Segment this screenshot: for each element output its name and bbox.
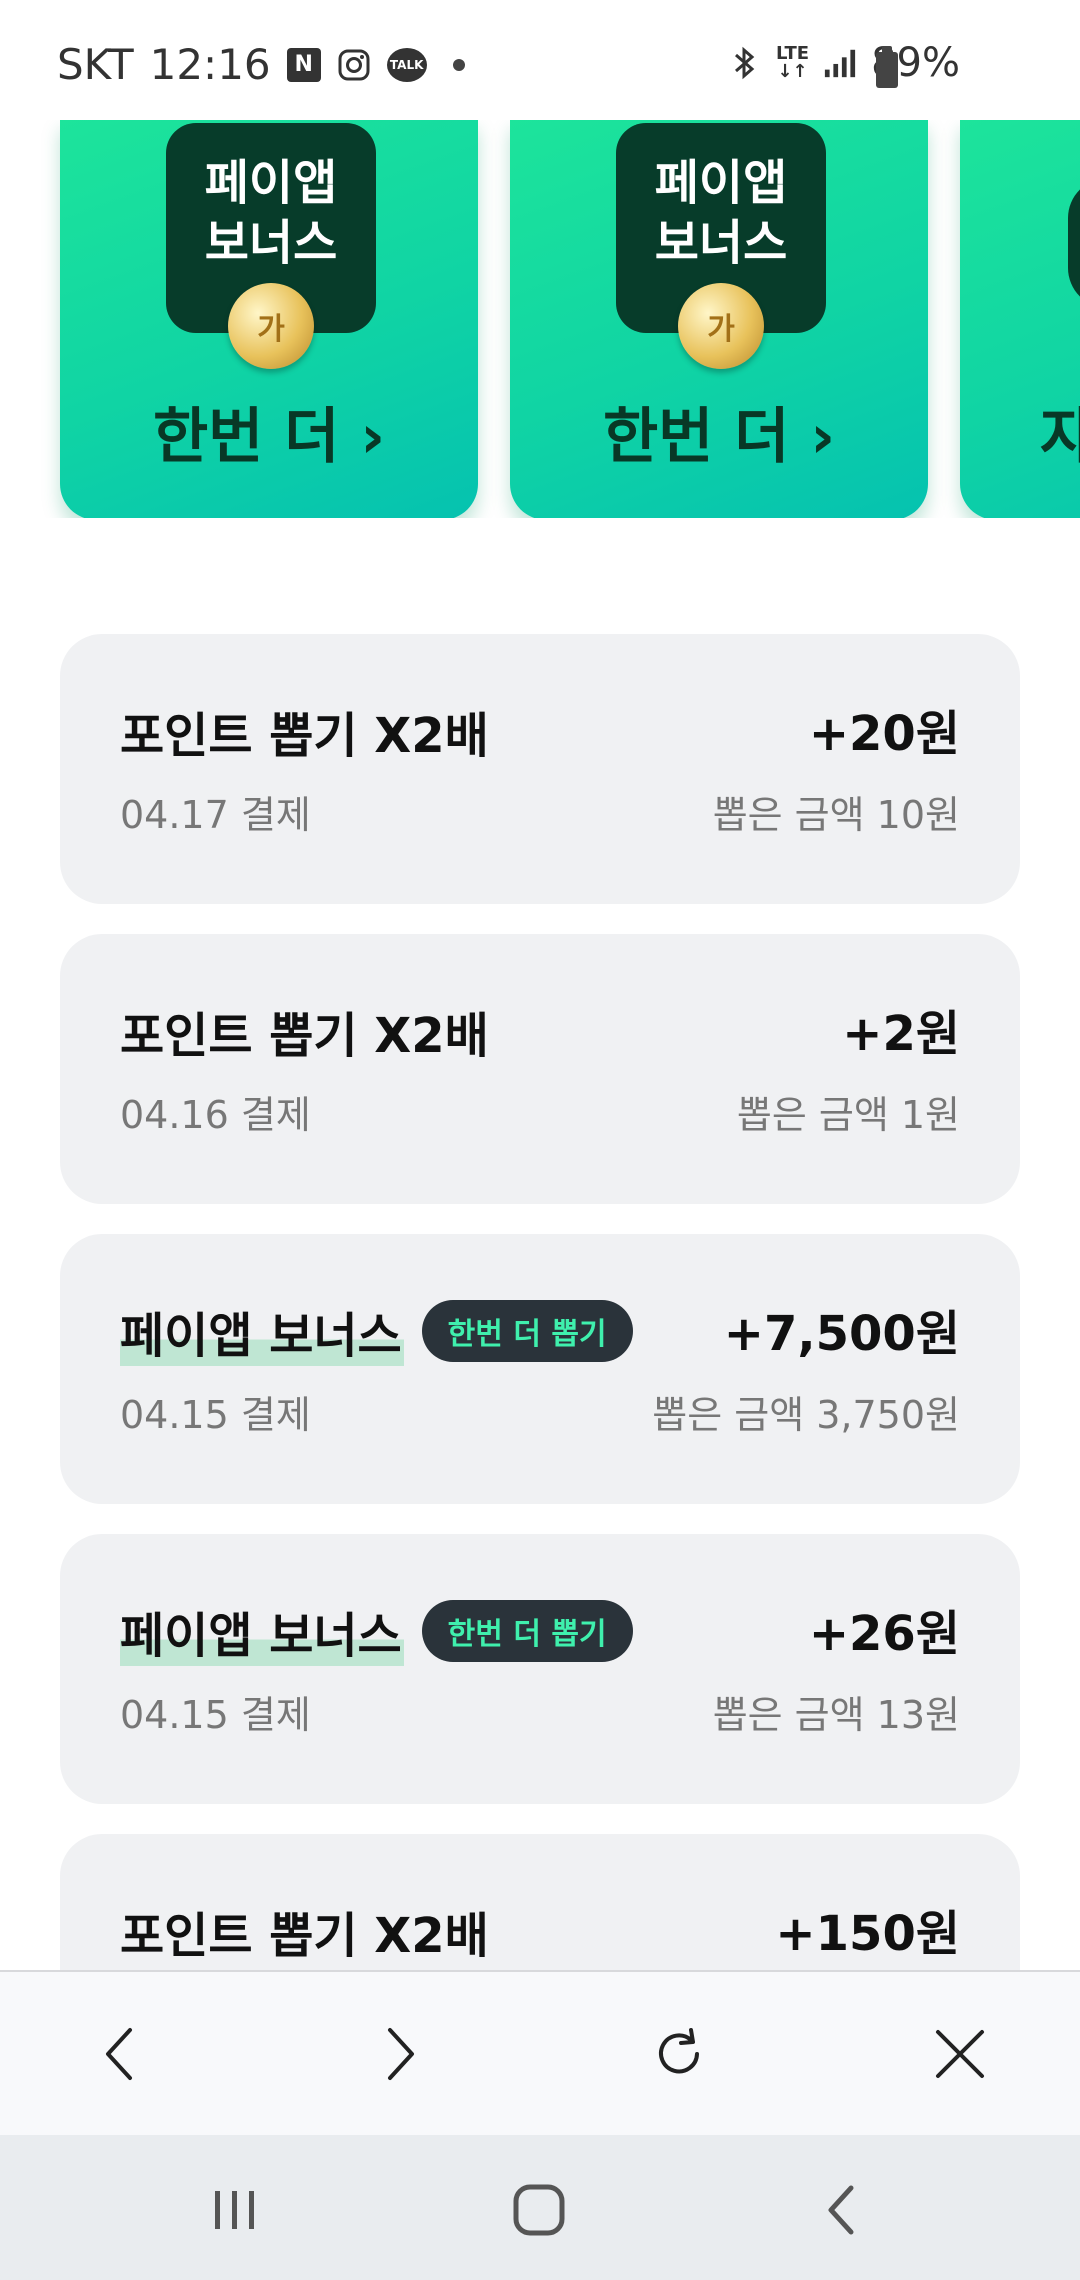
history-date: 04.17 결제 [120, 793, 311, 837]
payapp-bonus-banner-1[interactable]: 페이앱 보너스 가 한번 더 › [60, 118, 478, 518]
banner-cta: 자 [1040, 402, 1080, 472]
history-item[interactable]: 페이앱 보너스 한번 더 뽑기 +7,500원 04.15 결제 뽑은 금액 3… [60, 1234, 1020, 1504]
more-notifications-dot [452, 58, 465, 71]
history-picked-amount: 뽑은 금액 3,750원 [652, 1393, 960, 1437]
history-item[interactable]: 페이앱 보너스 한번 더 뽑기 +26원 04.15 결제 뽑은 금액 13원 [60, 1534, 1020, 1804]
history-title: 포인트 뽑기 X2배 [120, 1008, 489, 1064]
history-picked-amount: 뽑은 금액 1원 [736, 1093, 960, 1137]
close-icon[interactable] [918, 2012, 1002, 2096]
retry-draw-badge: 한번 더 뽑기 [421, 1300, 633, 1362]
status-bar: SKT 12:16 N TALK LTE ↓↑ 89% [0, 0, 1080, 120]
bluetooth-icon [728, 46, 762, 80]
status-right: LTE ↓↑ 89% [728, 40, 960, 86]
history-date: 04.16 결제 [120, 1093, 311, 1137]
history-item[interactable]: 포인트 뽑기 X2배 +20원 04.17 결제 뽑은 금액 10원 [60, 634, 1020, 904]
signal-icon [823, 46, 857, 80]
instagram-icon [337, 48, 371, 82]
history-amount: +20원 [808, 706, 960, 762]
system-nav-bar [0, 2135, 1080, 2280]
back-icon[interactable] [796, 2165, 886, 2255]
browser-toolbar [0, 1970, 1080, 2137]
history-picked-amount: 뽑은 금액 10원 [712, 793, 960, 837]
history-picked-amount: 뽑은 금액 13원 [712, 1693, 960, 1737]
history-amount: +7,500원 [723, 1306, 960, 1362]
recent-apps-icon[interactable] [190, 2165, 280, 2255]
banner-carousel[interactable]: 페이앱 보너스 가 한번 더 › 페이앱 보너스 가 한번 더 › 자 [0, 118, 1080, 518]
history-item[interactable]: 포인트 뽑기 X2배 +2원 04.16 결제 뽑은 금액 1원 [60, 934, 1020, 1204]
lte-indicator: LTE ↓↑ [776, 43, 810, 82]
banner-cta: 한번 더 › [602, 402, 836, 472]
reload-icon[interactable] [637, 2012, 721, 2096]
history-title: 포인트 뽑기 X2배 [120, 708, 489, 764]
banner-3-partial[interactable]: 자 [960, 118, 1080, 518]
chevron-right-icon[interactable] [358, 2012, 442, 2096]
payapp-bonus-banner-2[interactable]: 페이앱 보너스 가 한번 더 › [510, 118, 928, 518]
history-title: 페이앱 보너스 한번 더 뽑기 [120, 1596, 633, 1666]
battery-icon [876, 46, 898, 88]
history-date: 04.15 결제 [120, 1693, 311, 1737]
carrier-label: SKT [57, 40, 134, 89]
history-amount: +150원 [775, 1906, 960, 1962]
coin-icon: 가 [228, 283, 314, 369]
naver-notification-icon: N [286, 47, 321, 82]
history-amount: +2원 [842, 1006, 960, 1062]
retry-draw-badge: 한번 더 뽑기 [421, 1600, 633, 1662]
banner-cta: 한번 더 › [152, 402, 386, 472]
banner-logo-partial [1068, 178, 1080, 308]
history-title: 페이앱 보너스 한번 더 뽑기 [120, 1296, 633, 1366]
history-title: 포인트 뽑기 X2배 [120, 1908, 489, 1964]
home-icon[interactable] [494, 2165, 584, 2255]
chevron-left-icon[interactable] [78, 2012, 162, 2096]
status-left: SKT 12:16 N TALK [57, 40, 465, 89]
history-date: 04.15 결제 [120, 1393, 311, 1437]
history-amount: +26원 [808, 1606, 960, 1662]
coin-icon: 가 [678, 283, 764, 369]
kakaotalk-icon: TALK [386, 47, 427, 82]
clock: 12:16 [149, 40, 271, 89]
